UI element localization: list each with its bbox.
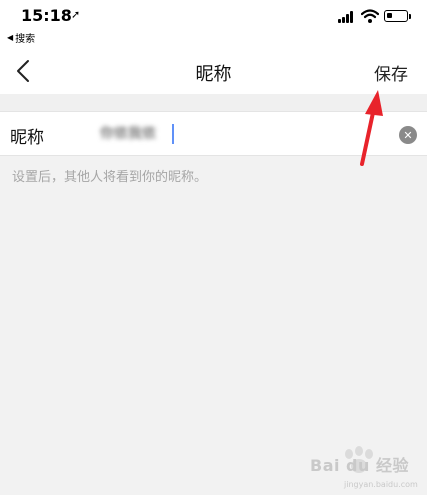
- text-caret: [172, 124, 174, 144]
- watermark-subtext: jingyan.baidu.com: [344, 480, 418, 489]
- hint-text: 设置后，其他人将看到你的昵称。: [12, 170, 208, 185]
- back-to-app-link[interactable]: ◀ 搜索: [7, 30, 35, 45]
- save-button[interactable]: 保存: [374, 60, 408, 85]
- location-arrow-icon: ➚: [71, 8, 81, 21]
- nickname-input[interactable]: [100, 120, 380, 146]
- battery-tip: [409, 14, 411, 19]
- clear-circle-icon[interactable]: ✕: [399, 126, 417, 144]
- back-to-app-label: 搜索: [15, 34, 36, 45]
- page-title: 昵称: [195, 64, 232, 85]
- watermark-text: Bai du 经验: [310, 456, 409, 475]
- cellular-signal-icon: [338, 11, 356, 23]
- status-bar: 15:18 ➚ ◀ 搜索: [0, 0, 427, 48]
- status-time: 15:18: [21, 6, 72, 25]
- battery-icon: [384, 10, 408, 22]
- back-triangle-icon: ◀: [7, 33, 14, 42]
- wifi-icon: [361, 9, 379, 23]
- nickname-label: 昵称: [10, 128, 44, 148]
- battery-level: [387, 13, 392, 18]
- annotation-arrow-icon: [360, 90, 383, 166]
